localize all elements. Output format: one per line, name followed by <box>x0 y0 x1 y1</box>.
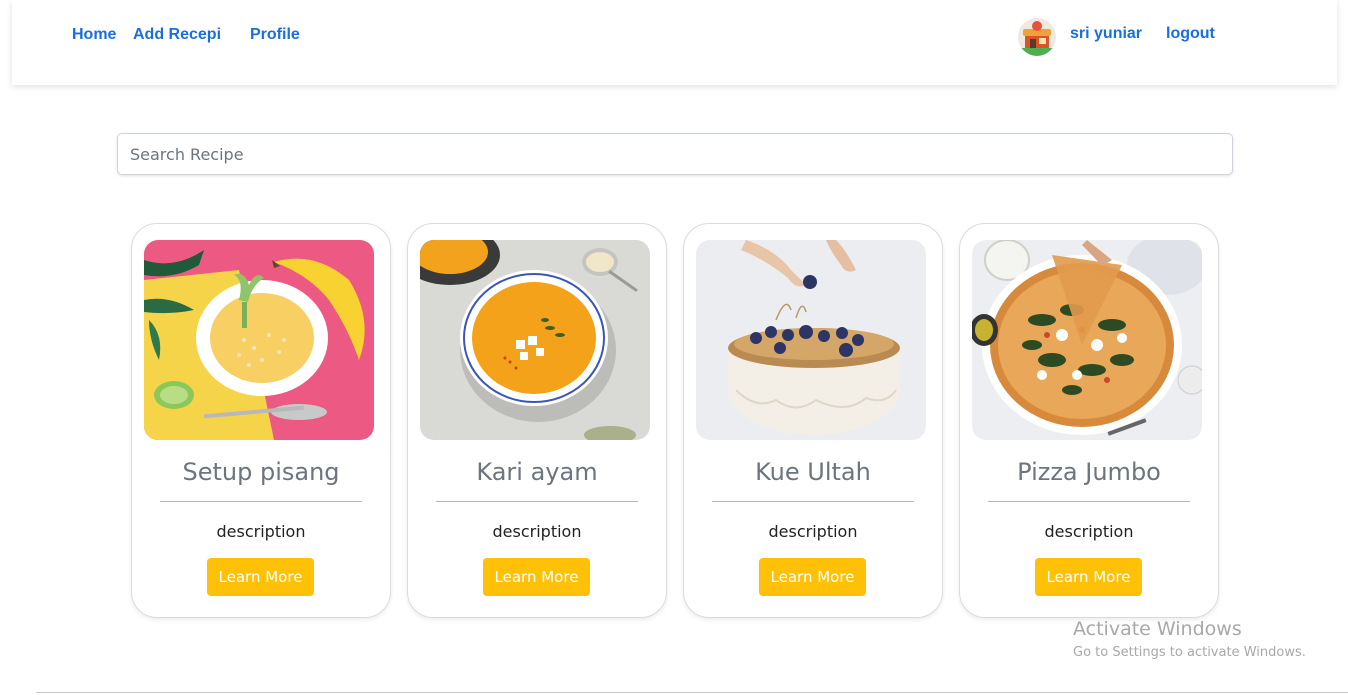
divider <box>436 501 638 502</box>
avatar[interactable] <box>1018 18 1056 56</box>
learn-more-button[interactable]: Learn More <box>759 558 866 596</box>
learn-more-button[interactable]: Learn More <box>1035 558 1142 596</box>
recipe-title: Setup pisang <box>182 458 340 486</box>
recipe-card: Kue Ultah description Learn More <box>683 223 943 618</box>
recipe-card: Setup pisang description Learn More <box>131 223 391 618</box>
recipe-description: description <box>492 522 582 541</box>
bottom-scrollbar-edge <box>36 692 1348 693</box>
recipe-title: Kari ayam <box>476 458 598 486</box>
recipe-image-curry-soup <box>420 240 650 440</box>
recipe-description: description <box>768 522 858 541</box>
recipe-card: Pizza Jumbo description Learn More <box>959 223 1219 618</box>
recipe-description: description <box>216 522 306 541</box>
watermark-title: Activate Windows <box>1073 618 1242 640</box>
nav-home-link[interactable]: Home <box>72 26 116 44</box>
recipe-description: description <box>1044 522 1134 541</box>
search-bar <box>117 133 1233 175</box>
nav-profile-link[interactable]: Profile <box>250 26 300 44</box>
recipe-image-cake <box>696 240 926 440</box>
recipe-title: Pizza Jumbo <box>1017 458 1161 486</box>
activate-windows-watermark: Activate Windows Go to Settings to activ… <box>1073 618 1306 660</box>
search-input[interactable] <box>117 133 1233 175</box>
recipe-card: Kari ayam description Learn More <box>407 223 667 618</box>
watermark-subtitle: Go to Settings to activate Windows. <box>1073 645 1306 660</box>
recipe-image-banana-soup <box>144 240 374 440</box>
learn-more-button[interactable]: Learn More <box>207 558 314 596</box>
divider <box>988 501 1190 502</box>
nav-add-recipe-link[interactable]: Add Recepi <box>133 26 221 44</box>
navbar: Home Add Recepi Profile sri yuniar logou… <box>12 0 1337 85</box>
nav-logout-link[interactable]: logout <box>1166 25 1215 43</box>
avatar-icon <box>1018 18 1056 56</box>
recipe-image-pizza <box>972 240 1202 440</box>
recipe-title: Kue Ultah <box>755 458 871 486</box>
divider <box>712 501 914 502</box>
nav-username-link[interactable]: sri yuniar <box>1070 25 1142 43</box>
divider <box>160 501 362 502</box>
learn-more-button[interactable]: Learn More <box>483 558 590 596</box>
